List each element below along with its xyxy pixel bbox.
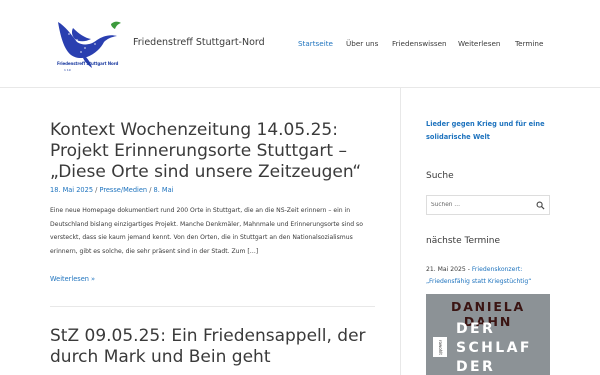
book-cover-image[interactable]: DANIELA DAHN rowohlt DER SCHLAF DER (426, 294, 550, 375)
search-box[interactable] (426, 195, 550, 215)
nav-item-friedenswissen[interactable]: Friedenswissen (392, 39, 447, 48)
post-divider (50, 306, 375, 307)
nav-item-ueber-uns[interactable]: Über uns (346, 39, 378, 48)
logo-sub: 1 19 (64, 68, 71, 72)
event-date: 21. Mai 2025 (426, 266, 466, 273)
nav-item-startseite[interactable]: Startseite (298, 39, 333, 48)
event-item: 21. Mai 2025 - Friedenskonzert: „Frieden… (426, 266, 532, 285)
events-widget-title: nächste Termine (426, 236, 501, 246)
site-title[interactable]: Friedenstreff Stuttgart-Nord (133, 37, 265, 48)
logo-caption: Friedenstreff Stuttgart Nord (57, 61, 119, 66)
post-date[interactable]: 18. Mai 2025 (50, 186, 93, 194)
sidebar-divider (400, 88, 401, 375)
post-excerpt: Eine neue Homepage dokumentiert rund 200… (50, 207, 363, 255)
read-more-link[interactable]: Weiterlesen » (50, 275, 95, 283)
post-tag[interactable]: 8. Mai (154, 186, 174, 194)
sidebar: Lieder gegen Krieg und für eine solidari… (400, 88, 550, 375)
post-title-2[interactable]: StZ 09.05.25: Ein Friedensappell, der du… (50, 326, 370, 368)
post-title[interactable]: Kontext Wochenzeitung 14.05.25: Projekt … (50, 120, 370, 183)
search-widget-title: Suche (426, 171, 454, 181)
book-title-line-3: DER (456, 359, 496, 375)
book-title-line-2: SCHLAF (456, 340, 532, 356)
post-meta: 18. Mai 2025 / Presse/Medien / 8. Mai (50, 186, 174, 194)
site-header: Friedenstreff Stuttgart Nord 1 19 Friede… (0, 0, 600, 88)
search-input[interactable] (431, 199, 531, 211)
book-publisher: rowohlt (433, 337, 447, 357)
songs-link[interactable]: Lieder gegen Krieg und für eine solidari… (426, 118, 546, 144)
nav-item-weiterlesen[interactable]: Weiterlesen (458, 39, 500, 48)
search-icon[interactable] (536, 201, 545, 210)
nav-item-termine[interactable]: Termine (515, 39, 543, 48)
dove-logo-icon[interactable] (55, 12, 123, 76)
book-title-line-1: DER (456, 321, 496, 337)
post-category[interactable]: Presse/Medien (99, 186, 147, 194)
